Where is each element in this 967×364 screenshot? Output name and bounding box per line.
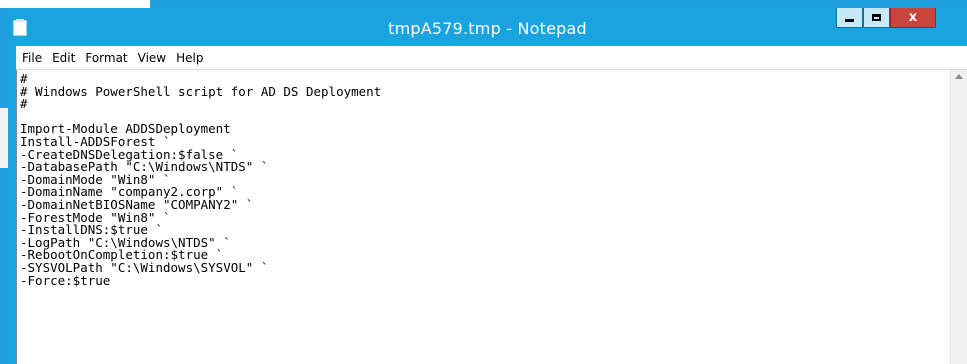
text-line: -Force:$true <box>20 272 111 288</box>
close-icon: x <box>908 10 918 25</box>
menu-bar: File Edit Format View Help <box>16 46 967 70</box>
menu-format[interactable]: Format <box>80 51 132 65</box>
title-bar[interactable]: tmpA579.tmp - Notepad x <box>8 8 967 46</box>
vertical-scrollbar[interactable] <box>950 70 967 364</box>
scroll-up-arrow-icon[interactable] <box>955 74 963 79</box>
menu-view[interactable]: View <box>133 51 171 65</box>
text-editor[interactable]: # # Windows PowerShell script for AD DS … <box>16 70 950 364</box>
document-text[interactable]: # # Windows PowerShell script for AD DS … <box>17 70 950 287</box>
menu-edit[interactable]: Edit <box>47 51 80 65</box>
text-line: # <box>20 96 28 112</box>
text-line: # Windows PowerShell script for AD DS De… <box>20 83 382 99</box>
minimize-icon <box>845 19 854 22</box>
window-title: tmpA579.tmp - Notepad <box>388 19 587 38</box>
close-button[interactable]: x <box>890 8 936 28</box>
client-area: File Edit Format View Help # # Windows P… <box>16 46 967 364</box>
menu-file[interactable]: File <box>16 51 47 65</box>
maximize-button[interactable] <box>863 8 890 28</box>
maximize-icon <box>872 14 881 21</box>
desktop-background-strip <box>0 0 150 8</box>
minimize-button[interactable] <box>836 8 863 28</box>
notepad-window: tmpA579.tmp - Notepad x File Edit Format… <box>8 8 967 364</box>
menu-help[interactable]: Help <box>171 51 208 65</box>
